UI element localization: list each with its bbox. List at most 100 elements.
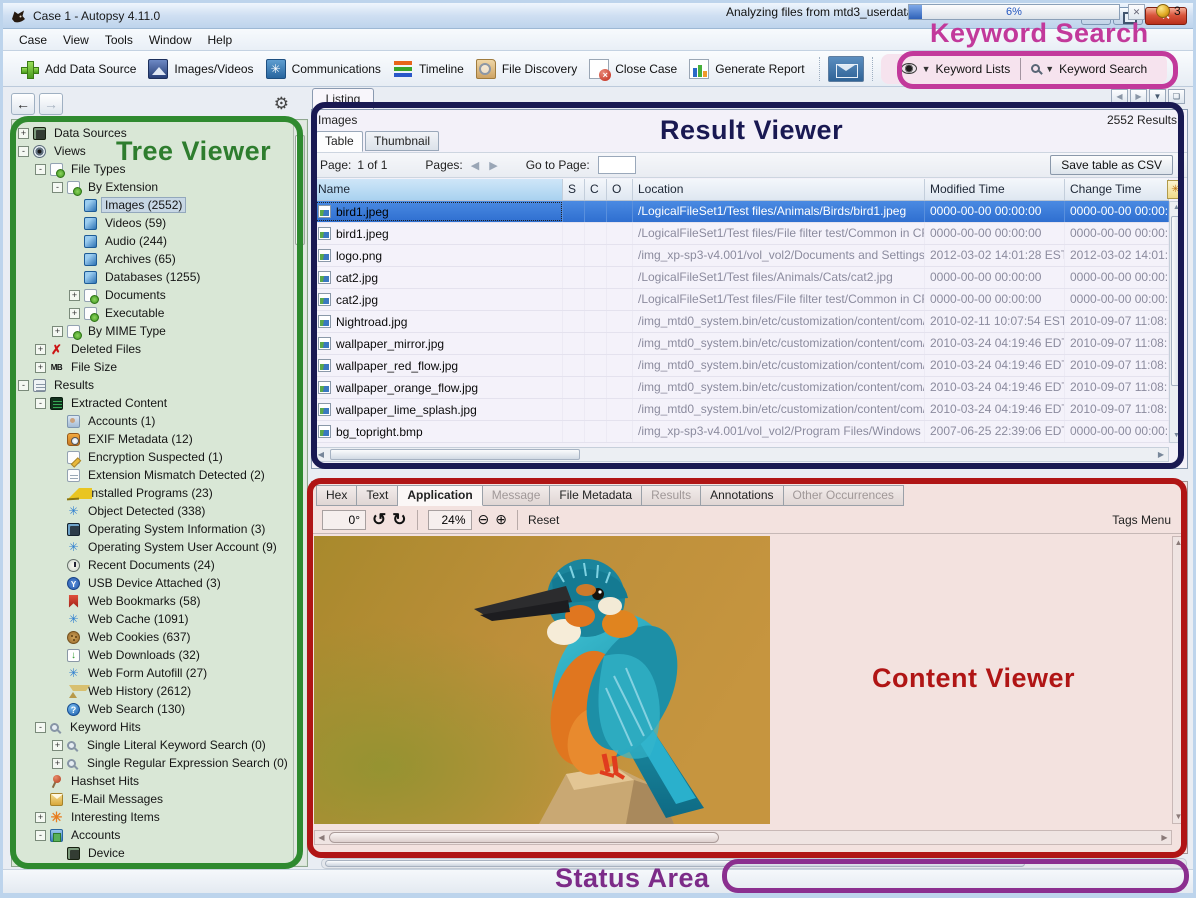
expand-icon[interactable]: + [69, 290, 80, 301]
menu-window[interactable]: Window [141, 31, 200, 49]
tree-item-hashset-hits[interactable]: Hashset Hits [12, 772, 293, 790]
tree-item-interesting-items[interactable]: +Interesting Items [12, 808, 293, 826]
content-tab-application[interactable]: Application [398, 485, 482, 506]
goto-page-input[interactable] [598, 156, 636, 174]
tree-item-executable[interactable]: +Executable [12, 304, 293, 322]
content-tab-hex[interactable]: Hex [316, 485, 357, 506]
forward-arrow-icon[interactable]: → [39, 93, 63, 115]
tree-item-recent-documents-24[interactable]: Recent Documents (24) [12, 556, 293, 574]
prev-page-icon[interactable]: ◀ [469, 159, 481, 172]
back-arrow-icon[interactable]: ← [11, 93, 35, 115]
tree-item-videos-59[interactable]: Videos (59) [12, 214, 293, 232]
scrollbar-thumb[interactable] [330, 449, 580, 460]
collapse-icon[interactable]: - [35, 830, 46, 841]
tree-item-operating-system-user-account-9[interactable]: Operating System User Account (9) [12, 538, 293, 556]
rotate-left-icon[interactable]: ↺ [372, 510, 386, 530]
expand-icon[interactable]: + [35, 344, 46, 355]
menu-case[interactable]: Case [11, 31, 55, 49]
column-header-c[interactable]: C [585, 179, 607, 200]
scroll-right-icon[interactable]: ▶ [1154, 448, 1168, 461]
tree-item-installed-programs-23[interactable]: Installed Programs (23) [12, 484, 293, 502]
file-discovery-button[interactable]: File Discovery [470, 56, 583, 82]
collapse-icon[interactable]: - [18, 146, 29, 157]
collapse-icon[interactable]: - [35, 164, 46, 175]
close-case-button[interactable]: Close Case [583, 56, 683, 82]
expand-icon[interactable]: + [52, 740, 63, 751]
scroll-tabs-right-icon[interactable]: ▶ [1130, 89, 1147, 104]
scroll-right-icon[interactable]: ▶ [1158, 831, 1171, 844]
tags-menu-button[interactable]: Tags Menu [1112, 513, 1171, 527]
tree-item-web-downloads-32[interactable]: Web Downloads (32) [12, 646, 293, 664]
tree-item-archives-65[interactable]: Archives (65) [12, 250, 293, 268]
rotation-field[interactable] [322, 510, 366, 530]
table-row[interactable]: Nightroad.jpg/img_mtd0_system.bin/etc/cu… [313, 311, 1169, 333]
add-data-source-button[interactable]: Add Data Source [13, 56, 142, 82]
task-count-indicator[interactable]: 3 [1156, 4, 1181, 18]
tree-item-usb-device-attached-3[interactable]: USB Device Attached (3) [12, 574, 293, 592]
content-tab-file-metadata[interactable]: File Metadata [550, 485, 642, 506]
collapse-icon[interactable]: - [35, 722, 46, 733]
keyword-lists-button[interactable]: ▼ Keyword Lists [891, 62, 1021, 76]
outer-horizontal-scrollbar[interactable] [321, 858, 1187, 869]
tree-item-file-types[interactable]: -File Types [12, 160, 293, 178]
table-row[interactable]: bird1.jpeg/LogicalFileSet1/Test files/Fi… [313, 223, 1169, 245]
tree-item-keyword-hits[interactable]: -Keyword Hits [12, 718, 293, 736]
scrollbar-thumb[interactable] [325, 860, 1025, 867]
table-row[interactable]: wallpaper_mirror.jpg/img_mtd0_system.bin… [313, 333, 1169, 355]
table-row[interactable]: cat2.jpg/LogicalFileSet1/Test files/Anim… [313, 267, 1169, 289]
tree-item-object-detected-338[interactable]: Object Detected (338) [12, 502, 293, 520]
tree-item-images-2552[interactable]: Images (2552) [12, 196, 293, 214]
expand-icon[interactable]: + [35, 812, 46, 823]
tree-item-views[interactable]: -Views [12, 142, 293, 160]
tree-item-web-bookmarks-58[interactable]: Web Bookmarks (58) [12, 592, 293, 610]
scroll-down-icon[interactable]: ▼ [294, 852, 306, 865]
table-row[interactable]: bg_topright.bmp/img_xp-sp3-v4.001/vol_vo… [313, 421, 1169, 443]
collapse-icon[interactable]: - [35, 398, 46, 409]
tree-item-device[interactable]: Device [12, 844, 293, 862]
expand-icon[interactable]: + [35, 362, 46, 373]
scroll-up-icon[interactable]: ▲ [1170, 202, 1183, 214]
tree-item-extracted-content[interactable]: -Extracted Content [12, 394, 293, 412]
tree-item-web-history-2612[interactable]: Web History (2612) [12, 682, 293, 700]
menu-view[interactable]: View [55, 31, 97, 49]
collapse-icon[interactable]: - [52, 182, 63, 193]
keyword-search-button[interactable]: ▼ Keyword Search [1021, 62, 1157, 76]
column-header-o[interactable]: O [607, 179, 633, 200]
table-vertical-scrollbar[interactable]: ▲ ▼ [1169, 201, 1184, 443]
timeline-button[interactable]: Timeline [387, 56, 470, 82]
scroll-down-icon[interactable]: ▼ [1170, 430, 1183, 442]
column-header-location[interactable]: Location [633, 179, 925, 200]
content-tab-text[interactable]: Text [357, 485, 398, 506]
table-row[interactable]: cat2.jpg/LogicalFileSet1/Test files/File… [313, 289, 1169, 311]
images-videos-button[interactable]: Images/Videos [142, 56, 259, 82]
gear-icon[interactable]: ⚙ [268, 93, 295, 115]
background-tasks-icon[interactable]: ✕ [1128, 4, 1145, 20]
tree-vertical-scrollbar[interactable]: ▲ ▼ [293, 121, 306, 865]
expand-icon[interactable]: + [52, 758, 63, 769]
column-header-s[interactable]: S [563, 179, 585, 200]
tree-item-web-cache-1091[interactable]: Web Cache (1091) [12, 610, 293, 628]
tree-item-single-literal-keyword-search-0[interactable]: +Single Literal Keyword Search (0) [12, 736, 293, 754]
content-vertical-scrollbar[interactable]: ▲ ▼ [1172, 536, 1185, 824]
tree-item-file-size[interactable]: +File Size [12, 358, 293, 376]
scroll-up-icon[interactable]: ▲ [1173, 537, 1184, 549]
scroll-down-icon[interactable]: ▼ [1173, 811, 1184, 823]
scrollbar-thumb[interactable] [295, 135, 305, 245]
next-page-icon[interactable]: ▶ [487, 159, 499, 172]
tree-item-documents[interactable]: +Documents [12, 286, 293, 304]
tree-item-results[interactable]: -Results [12, 376, 293, 394]
content-tab-annotations[interactable]: Annotations [701, 485, 783, 506]
scroll-left-icon[interactable]: ◀ [315, 831, 328, 844]
scrollbar-thumb[interactable] [1171, 216, 1182, 386]
menu-help[interactable]: Help [200, 31, 241, 49]
column-settings-icon[interactable]: ✳ [1167, 180, 1184, 199]
tree-item-operating-system-information-3[interactable]: Operating System Information (3) [12, 520, 293, 538]
tree-item-single-regular-expression-search-0[interactable]: +Single Regular Expression Search (0) [12, 754, 293, 772]
expand-icon[interactable]: + [52, 326, 63, 337]
tab-table[interactable]: Table [316, 131, 363, 152]
tree-item-web-cookies-637[interactable]: Web Cookies (637) [12, 628, 293, 646]
save-csv-button[interactable]: Save table as CSV [1050, 155, 1173, 175]
rotate-right-icon[interactable]: ↻ [392, 510, 406, 530]
tree-item-accounts-1[interactable]: Accounts (1) [12, 412, 293, 430]
scrollbar-thumb[interactable] [329, 832, 719, 843]
